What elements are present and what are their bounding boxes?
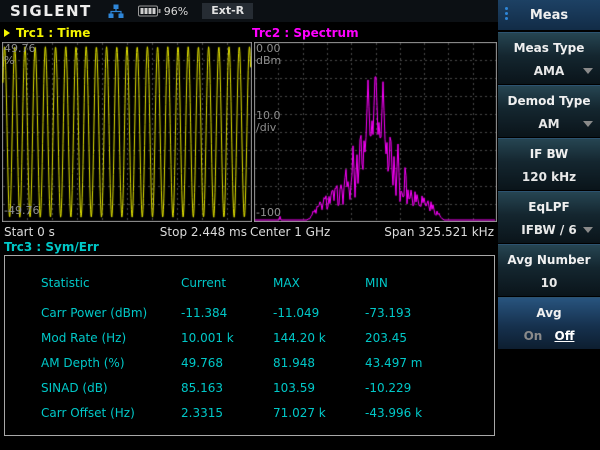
softkey-label: IF BW [498,147,600,161]
time-bottom-level: -49.76 [4,205,39,217]
softkey-label: Avg [498,306,600,320]
stat-name: AM Depth (%) [41,356,125,370]
lan-icon [108,4,124,19]
table-row: Mod Rate (Hz) 10.001 k 144.20 k 203.45 [5,331,494,347]
analyzer-screen: SIGLENT 96% Ext-R Trc1 : Time [0,0,600,450]
table-row: Carr Power (dBm) -11.384 -11.049 -73.193 [5,306,494,322]
avg-on-option[interactable]: On [524,329,543,343]
stat-max: 144.20 k [273,331,326,345]
stat-min: -43.996 k [365,406,422,420]
status-bar: SIGLENT 96% Ext-R [0,0,498,22]
battery-icon: 96% [138,5,188,18]
stat-max: 103.59 [273,381,315,395]
menu-title-text: Meas [530,8,568,23]
table-row: AM Depth (%) 49.768 81.948 43.497 m [5,356,494,372]
softkey-label: Meas Type [498,41,600,55]
stat-current: 49.768 [181,356,223,370]
time-stop-label: Stop 2.448 ms [160,225,247,239]
dropdown-caret-icon [583,121,593,127]
table-row: Carr Offset (Hz) 2.3315 71.027 k -43.996… [5,406,494,422]
dropdown-caret-icon [583,227,593,233]
span-label: Span 325.521 kHz [384,225,494,239]
softkey-value: 10 [498,276,600,290]
softkey-label: EqLPF [498,200,600,214]
meas-type-button[interactable]: Meas Type AMA [498,32,600,84]
table-row: SINAD (dB) 85.163 103.59 -10.229 [5,381,494,397]
softkey-menu: Meas Meas Type AMA Demod Type AM IF BW 1… [498,0,600,450]
stat-current: 10.001 k [181,331,234,345]
trace2-label: Trc2 : Spectrum [252,26,359,40]
avg-off-option[interactable]: Off [555,329,575,343]
softkey-value: 120 kHz [498,170,600,184]
avg-on-off: On Off [498,329,600,343]
eqlpf-button[interactable]: EqLPF IFBW / 6 [498,191,600,243]
stat-min: -10.229 [365,381,411,395]
softkey-label: Avg Number [498,253,600,267]
stat-current: -11.384 [181,306,227,320]
stat-name: Carr Offset (Hz) [41,406,135,420]
siglent-logo: SIGLENT [10,2,92,20]
stat-max: -11.049 [273,306,319,320]
stat-max: 81.948 [273,356,315,370]
stat-current: 85.163 [181,381,223,395]
spectrum-ref-unit: dBm [256,55,281,67]
avg-toggle-button[interactable]: Avg On Off [498,297,600,349]
axis-annotation-row: Start 0 s Stop 2.448 ms Center 1 GHz Spa… [0,225,498,240]
sym-err-table: Statistic Current MAX MIN Carr Power (dB… [4,255,495,436]
stat-name: Mod Rate (Hz) [41,331,126,345]
spectrum-scale-unit: /div [256,122,276,134]
active-trace-marker-icon [4,29,10,37]
menu-dots-icon [505,7,508,20]
menu-title: Meas [498,0,600,30]
dropdown-caret-icon [583,68,593,74]
trace-label-row: Trc1 : Time Trc2 : Spectrum [0,22,498,42]
col-statistic: Statistic [41,276,90,290]
stat-max: 71.027 k [273,406,326,420]
stat-name: Carr Power (dBm) [41,306,147,320]
softkey-label: Demod Type [498,94,600,108]
stat-min: -73.193 [365,306,411,320]
ext-ref-badge: Ext-R [202,3,253,19]
spectrum-plot [254,42,497,222]
battery-percent: 96% [164,5,188,18]
col-current: Current [181,276,226,290]
time-start-label: Start 0 s [4,225,55,239]
table-header-row: Statistic Current MAX MIN [5,276,494,292]
time-ref-unit: % [4,55,14,67]
trace3-label: Trc3 : Sym/Err [4,240,99,254]
stat-min: 43.497 m [365,356,423,370]
spectrum-bottom-level: -100 [256,207,281,219]
avg-number-button[interactable]: Avg Number 10 [498,244,600,296]
time-plot [2,42,252,222]
stat-current: 2.3315 [181,406,223,420]
stat-min: 203.45 [365,331,407,345]
trace1-label: Trc1 : Time [16,26,90,40]
stat-name: SINAD (dB) [41,381,108,395]
col-max: MAX [273,276,300,290]
if-bw-button[interactable]: IF BW 120 kHz [498,138,600,190]
demod-type-button[interactable]: Demod Type AM [498,85,600,137]
center-freq-label: Center 1 GHz [250,225,330,239]
col-min: MIN [365,276,388,290]
